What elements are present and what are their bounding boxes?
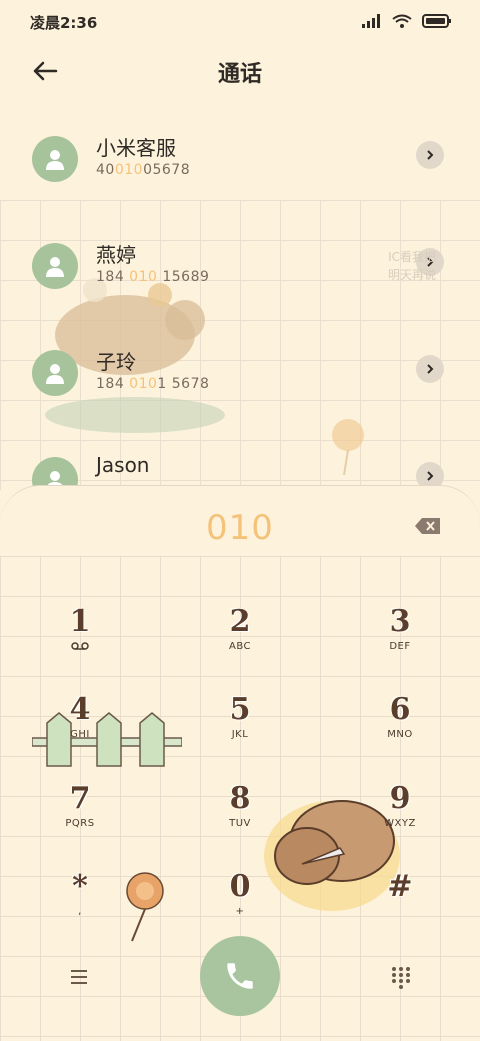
header: 通话 <box>0 44 480 100</box>
chevron-right-icon <box>427 364 434 374</box>
menu-icon <box>71 970 87 984</box>
avatar <box>32 136 78 182</box>
person-icon <box>46 257 64 277</box>
backspace-button[interactable] <box>414 516 442 536</box>
wallpaper-text: IC看我把 明天再说 <box>387 250 436 282</box>
person-icon <box>46 364 64 384</box>
keypad-toggle-button[interactable] <box>388 964 414 990</box>
contact-number: 184 010 15689 <box>96 269 210 285</box>
contact-name: 子玲 <box>96 350 136 374</box>
contact-row[interactable]: 子玲 184 0101 5678 <box>32 346 452 416</box>
keypad-icon <box>392 967 410 989</box>
key-5[interactable]: 5 JKL <box>180 692 300 772</box>
status-time: 凌晨2:36 <box>30 14 98 32</box>
contact-name: 小米客服 <box>96 136 176 160</box>
key-9[interactable]: 9 WXYZ <box>340 781 460 861</box>
key-6[interactable]: 6 MNO <box>340 692 460 772</box>
chevron-right-icon <box>427 471 434 481</box>
battery-icon <box>422 14 451 28</box>
avatar <box>32 243 78 289</box>
status-bar: 凌晨2:36 <box>0 0 480 44</box>
page-title: 通话 <box>217 62 262 87</box>
detail-button[interactable] <box>416 355 444 383</box>
key-1[interactable]: 1 <box>20 604 140 684</box>
contact-row[interactable]: 小米客服 4001005678 <box>32 132 452 202</box>
key-8[interactable]: 8 TUV <box>180 781 300 861</box>
key-4[interactable]: 4 GHI <box>20 692 140 772</box>
menu-button[interactable] <box>66 964 92 990</box>
voicemail-icon <box>71 642 89 650</box>
key-2[interactable]: 2 ABC <box>180 604 300 684</box>
dialer-actions <box>0 936 480 1026</box>
key-7[interactable]: 7 PQRS <box>20 781 140 861</box>
detail-button[interactable] <box>416 141 444 169</box>
entered-number: 010 <box>206 508 274 548</box>
backspace-icon <box>415 518 440 534</box>
phone-icon <box>227 963 253 989</box>
chevron-right-icon <box>427 150 434 160</box>
contact-name: Jason <box>96 453 150 477</box>
contact-number: 4001005678 <box>96 162 191 178</box>
person-icon <box>46 150 64 170</box>
contact-number: 184 0101 5678 <box>96 376 210 392</box>
wifi-icon <box>392 14 412 28</box>
key-3[interactable]: 3 DEF <box>340 604 460 684</box>
contact-name: 燕婷 <box>96 243 136 267</box>
avatar <box>32 350 78 396</box>
dialpad-panel: 010 1 2 ABC 3 DEF 4 GHI 5 JKL 6 MNO 7 PQ… <box>0 485 480 1041</box>
call-button[interactable] <box>200 936 280 1016</box>
signal-icon <box>362 14 380 28</box>
status-icons <box>362 14 452 28</box>
